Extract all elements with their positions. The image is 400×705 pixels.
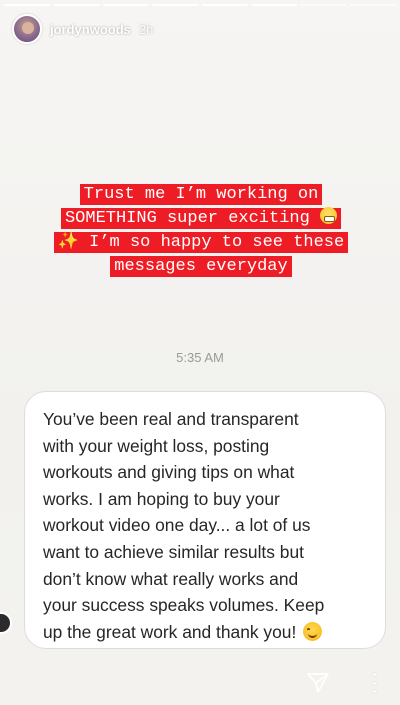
caption-line-4: messages everyday — [110, 256, 292, 277]
progress-segment — [53, 4, 100, 6]
sender-avatar — [0, 612, 12, 634]
story-header: jordynwoods 2h — [12, 14, 153, 44]
message-line: You’ve been real and transparent — [43, 409, 299, 429]
caption-line-2: SOMETHING super exciting — [60, 207, 342, 229]
progress-segment — [250, 4, 298, 6]
profile-avatar[interactable] — [12, 14, 42, 44]
progress-segment — [349, 4, 396, 6]
message-line-last: up the great work and thank you! — [43, 619, 369, 646]
dot — [372, 681, 376, 685]
message-timestamp: 5:35 AM — [176, 350, 224, 365]
caption-text-4: messages everyday — [114, 257, 288, 276]
caption-text-2: SOMETHING super exciting — [64, 209, 310, 228]
smile-emoji-icon — [303, 621, 323, 641]
send-icon[interactable] — [306, 672, 330, 694]
post-time-ago: 2h — [138, 21, 154, 37]
caption-text-1: Trust me I’m working on — [83, 185, 319, 204]
message-line: your success speaks volumes. Keep — [43, 595, 325, 616]
message-line: with your weight loss, posting — [43, 435, 270, 456]
message-line: workout video one day... a lot of us — [43, 515, 311, 536]
progress-segment — [102, 4, 150, 6]
sparkles-icon: ✨ — [57, 233, 79, 252]
progress-segment — [4, 4, 51, 6]
message-line: works. I am hoping to buy your — [43, 488, 280, 509]
message-line: want to achieve similar results but — [43, 541, 304, 562]
message-line: don’t know what really works and — [43, 568, 299, 589]
message-line: up the great work and thank you! — [43, 621, 297, 642]
message-bubble: You’ve been real and transparent with yo… — [24, 391, 386, 649]
username[interactable]: jordynwoods — [50, 22, 131, 37]
caption-line-3: ✨ I’m so happy to see these — [53, 232, 349, 253]
progress-segment — [201, 4, 248, 6]
progress-segment — [300, 4, 347, 6]
story-progress-bar — [4, 4, 396, 6]
dot — [372, 673, 376, 676]
grimace-emoji-icon — [320, 207, 338, 224]
caption-line-1: Trust me I’m working on — [79, 184, 323, 205]
story-caption: Trust me I’m working on SOMETHING super … — [20, 183, 382, 279]
caption-text-3: I’m so happy to see these — [89, 233, 345, 252]
progress-segment — [152, 4, 199, 6]
dot — [372, 690, 376, 693]
more-options-icon[interactable] — [370, 673, 378, 693]
story-viewer: jordynwoods 2h Trust me I’m working on S… — [0, 0, 400, 705]
message-line: workouts and giving tips on what — [43, 462, 295, 483]
